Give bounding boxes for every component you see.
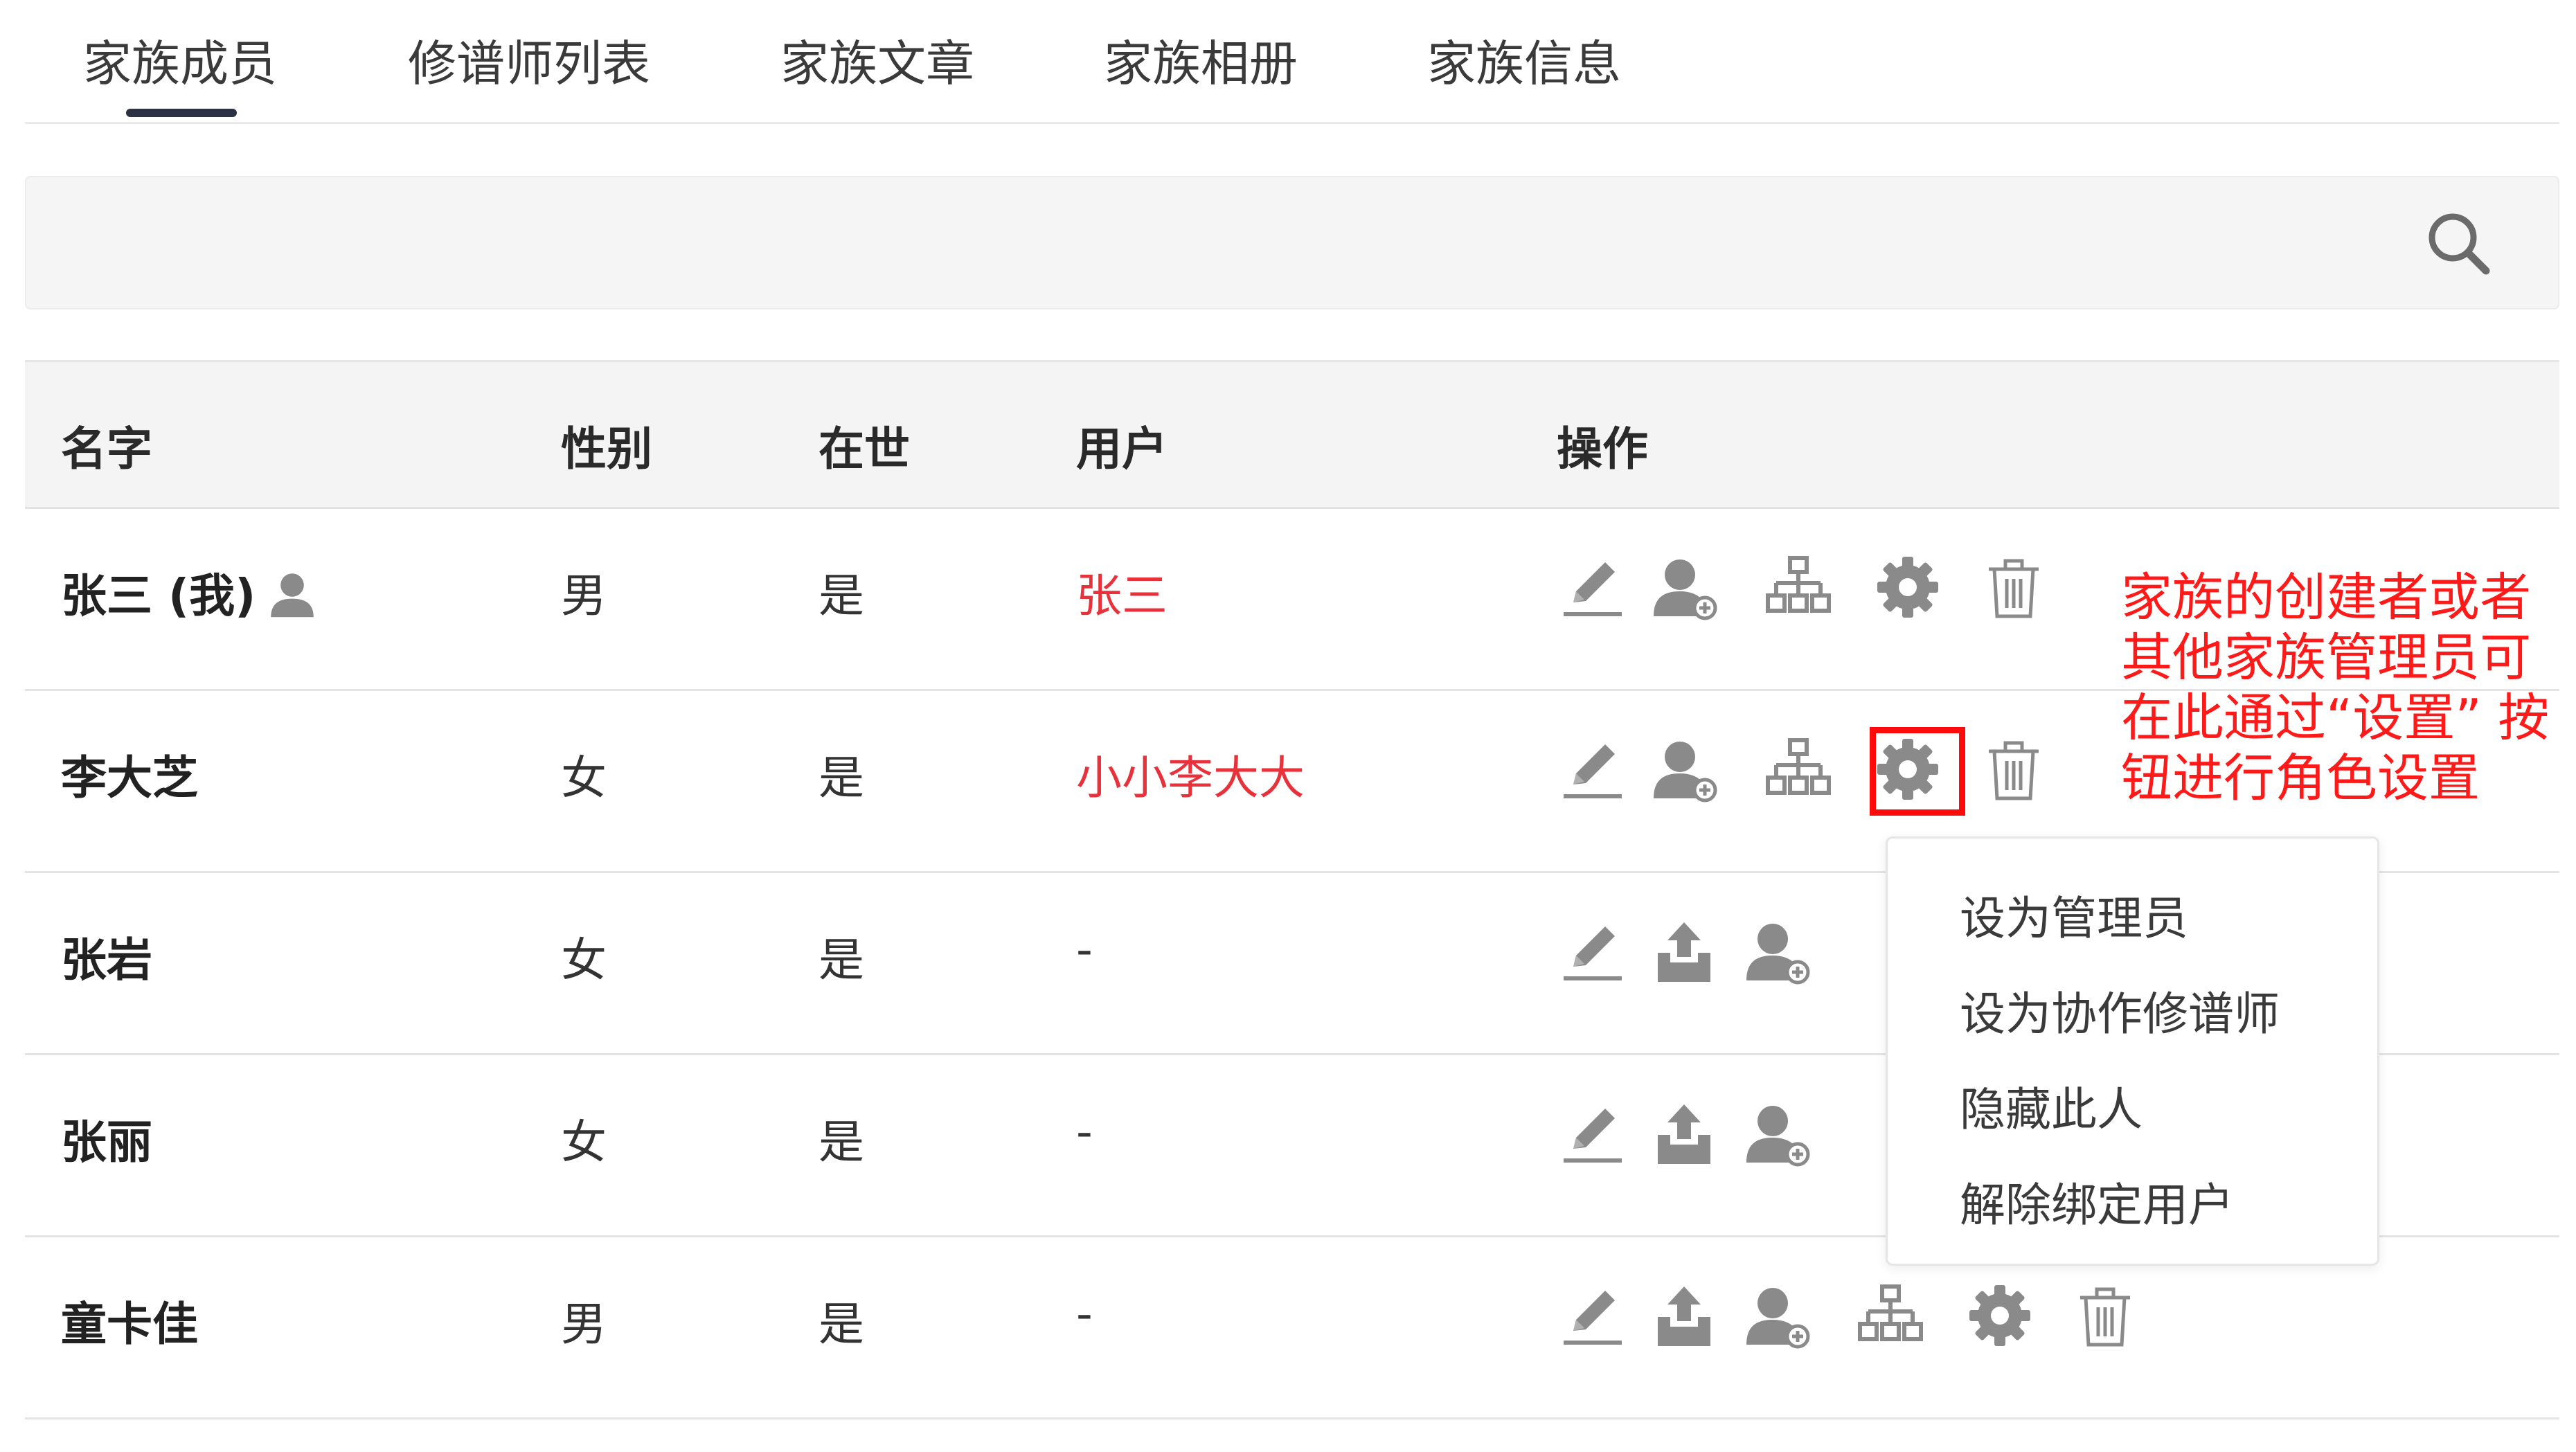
member-name-text: 李大芝 xyxy=(61,751,198,805)
edit-icon[interactable] xyxy=(1558,917,1627,986)
family-tree-icon[interactable] xyxy=(1764,735,1833,804)
gear-icon[interactable] xyxy=(1873,553,1942,622)
add-user-icon[interactable] xyxy=(1649,735,1719,804)
settings-highlight-box xyxy=(1870,727,1965,816)
tab-family-articles[interactable]: 家族文章 xyxy=(780,25,974,95)
edit-icon[interactable] xyxy=(1558,1281,1627,1350)
member-name[interactable]: 张岩 xyxy=(61,923,152,989)
trash-icon[interactable] xyxy=(1979,735,2048,804)
member-gender: 女 xyxy=(561,933,607,987)
member-name[interactable]: 李大芝 xyxy=(61,741,198,807)
add-user-icon[interactable] xyxy=(1742,917,1812,986)
menu-item-unbind-user[interactable]: 解除绑定用户 xyxy=(1960,1168,2234,1235)
member-user[interactable]: 小小李大大 xyxy=(1076,741,1305,807)
header-alive: 在世 xyxy=(819,422,910,476)
member-gender: 女 xyxy=(561,751,607,805)
menu-item-hide-person[interactable]: 隐藏此人 xyxy=(1960,1073,2143,1139)
menu-item-set-co-genealogist[interactable]: 设为协作修谱师 xyxy=(1960,977,2280,1043)
search-icon[interactable] xyxy=(2424,208,2493,278)
table-header: 名字 性别 在世 用户 操作 xyxy=(25,360,2559,509)
gear-icon[interactable] xyxy=(1965,1281,2034,1350)
annotation-line: 家族的创建者或者 xyxy=(2121,568,2531,627)
header-user: 用户 xyxy=(1076,422,1168,476)
tab-bar: 家族成员 修谱师列表 家族文章 家族相册 家族信息 xyxy=(25,0,2559,124)
member-alive: 是 xyxy=(819,569,864,622)
tab-genealogist-list[interactable]: 修谱师列表 xyxy=(408,25,650,95)
tab-family-album[interactable]: 家族相册 xyxy=(1104,25,1298,95)
person-icon xyxy=(268,571,316,619)
member-gender: 男 xyxy=(561,569,607,622)
header-actions: 操作 xyxy=(1557,422,1648,476)
search-bar xyxy=(25,176,2559,310)
member-gender: 女 xyxy=(561,1115,607,1169)
member-alive: 是 xyxy=(819,751,864,805)
member-alive: 是 xyxy=(819,1115,864,1169)
member-alive: 是 xyxy=(819,933,864,987)
member-gender: 男 xyxy=(561,1298,607,1351)
member-name-text: 张岩 xyxy=(61,933,152,987)
upload-icon[interactable] xyxy=(1649,917,1719,986)
trash-icon[interactable] xyxy=(1979,553,2048,622)
edit-icon[interactable] xyxy=(1558,553,1627,622)
family-tree-icon[interactable] xyxy=(1764,553,1833,622)
header-gender: 性别 xyxy=(561,422,652,476)
edit-icon[interactable] xyxy=(1558,1099,1627,1168)
search-input[interactable] xyxy=(54,205,2411,283)
tab-family-info[interactable]: 家族信息 xyxy=(1427,25,1621,95)
member-user: - xyxy=(1076,1287,1093,1341)
member-user[interactable]: 张三 xyxy=(1076,559,1168,625)
member-name-text: 张三 (我) xyxy=(61,569,256,622)
add-user-icon[interactable] xyxy=(1742,1099,1812,1168)
edit-icon[interactable] xyxy=(1558,735,1627,804)
tab-family-members[interactable]: 家族成员 xyxy=(83,25,277,117)
annotation-line: 在此通过“设置” 按 xyxy=(2121,688,2550,748)
annotation-note: 家族的创建者或者 其他家族管理员可 在此通过“设置” 按 钮进行角色设置 xyxy=(2121,568,2571,809)
member-name-text: 童卡佳 xyxy=(61,1298,198,1351)
member-name-text: 张丽 xyxy=(61,1115,152,1169)
member-name[interactable]: 张丽 xyxy=(61,1105,152,1172)
family-tree-icon[interactable] xyxy=(1856,1281,1925,1350)
upload-icon[interactable] xyxy=(1649,1099,1719,1168)
member-name[interactable]: 张三 (我) xyxy=(61,559,316,625)
member-alive: 是 xyxy=(819,1298,864,1351)
menu-item-set-admin[interactable]: 设为管理员 xyxy=(1960,881,2188,948)
member-name[interactable]: 童卡佳 xyxy=(61,1287,198,1354)
annotation-line: 其他家族管理员可 xyxy=(2121,628,2531,688)
member-user: - xyxy=(1076,1105,1093,1158)
add-user-icon[interactable] xyxy=(1742,1281,1812,1350)
header-name: 名字 xyxy=(61,422,152,476)
add-user-icon[interactable] xyxy=(1649,553,1719,622)
member-user: - xyxy=(1076,923,1093,976)
annotation-line: 钮进行角色设置 xyxy=(2121,749,2480,808)
settings-dropdown-menu: 设为管理员 设为协作修谱师 隐藏此人 解除绑定用户 xyxy=(1886,836,2379,1266)
upload-icon[interactable] xyxy=(1649,1281,1719,1350)
trash-icon[interactable] xyxy=(2070,1281,2140,1350)
